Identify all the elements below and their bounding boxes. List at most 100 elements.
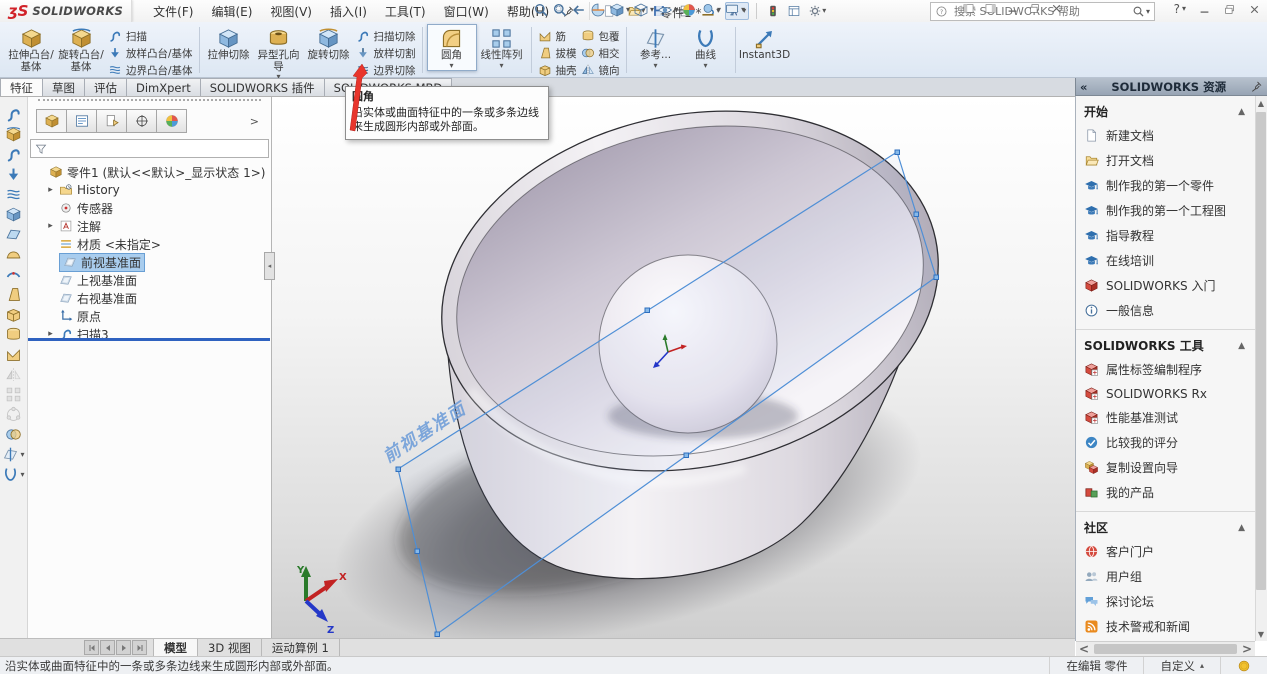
tab-特征[interactable]: 特征: [0, 78, 43, 96]
options-gear-button[interactable]: ▾: [806, 3, 828, 19]
taskpane-item[interactable]: 指导教程: [1076, 223, 1255, 248]
ribbon-button-instant3d[interactable]: Instant3D: [740, 24, 790, 63]
rollback-bar[interactable]: [28, 338, 270, 341]
taskpane-item[interactable]: 制作我的第一个工程图: [1076, 198, 1255, 223]
menu-item[interactable]: 视图(V): [261, 0, 321, 23]
dropdown-caret-icon[interactable]: ▾: [500, 62, 504, 70]
tree-item-root[interactable]: 零件1 (默认<<默认>_显示状态 1>): [28, 163, 271, 181]
taskpane-item[interactable]: SOLIDWORKS 入门: [1076, 273, 1255, 298]
section-header[interactable]: SOLIDWORKS 工具▲: [1076, 332, 1255, 357]
wrap-button[interactable]: [1, 325, 26, 344]
taskpane-item[interactable]: 在线培训: [1076, 248, 1255, 273]
rewards-coin-icon[interactable]: [1220, 657, 1267, 674]
help-button[interactable]: ?▾: [1174, 2, 1186, 16]
collapse-chevron-icon[interactable]: ▲: [1238, 341, 1245, 351]
menu-item[interactable]: 插入(I): [321, 0, 376, 23]
ribbon-button-linear-pattern[interactable]: 线性阵列▾: [477, 24, 527, 71]
taskpane-item[interactable]: 性能基准测试: [1076, 405, 1255, 430]
tree-item[interactable]: 原点: [28, 307, 271, 325]
taskpane-item[interactable]: 属性标签编制程序: [1076, 357, 1255, 382]
dock-right-button[interactable]: [984, 2, 997, 15]
tree-item[interactable]: ▸注解: [28, 217, 271, 235]
revolved-boss-button[interactable]: [1, 125, 26, 144]
section-header[interactable]: 社区▲: [1076, 514, 1255, 539]
taskpane-item[interactable]: 打开文档: [1076, 148, 1255, 173]
swept-boss-button[interactable]: [1, 105, 26, 124]
circular-pattern-button[interactable]: [1, 405, 26, 424]
manager-tab-dimxpertmanager[interactable]: [126, 109, 157, 133]
customize-button[interactable]: 自定义▴: [1143, 657, 1220, 674]
taskpane-item[interactable]: 复制设置向导: [1076, 455, 1255, 480]
scroll-up-icon[interactable]: ▲: [1255, 96, 1267, 110]
boundary-boss-button[interactable]: [1, 185, 26, 204]
zoom-area-button[interactable]: [552, 2, 568, 18]
tree-item[interactable]: 右视基准面: [28, 289, 271, 307]
tree-item[interactable]: 前视基准面: [28, 253, 271, 271]
ribbon-button-boundary-boss[interactable]: 边界凸台/基体: [106, 62, 195, 78]
hide-show-items-button[interactable]: ▾: [657, 2, 678, 18]
restore-button[interactable]: [1223, 3, 1236, 16]
sheet-tab-3D 视图[interactable]: 3D 视图: [198, 639, 262, 656]
tree-filter-box[interactable]: [30, 139, 269, 158]
ribbon-button-wrap[interactable]: 包覆: [579, 28, 622, 44]
menu-item[interactable]: 窗口(W): [435, 0, 498, 23]
panel-splitter-handle[interactable]: ◂: [264, 252, 275, 280]
ribbon-button-revolved-cut[interactable]: 旋转切除: [304, 24, 354, 63]
ribbon-button-shell[interactable]: 抽壳: [536, 62, 579, 78]
taskpane-item[interactable]: SOLIDWORKS Rx: [1076, 382, 1255, 405]
linear-pattern-button[interactable]: [1, 385, 26, 404]
last-sheet-button[interactable]: [132, 640, 147, 655]
manager-tab-configurationmanager[interactable]: [96, 109, 127, 133]
sheet-tab-模型[interactable]: 模型: [153, 639, 198, 656]
taskpane-item[interactable]: 用户组: [1076, 564, 1255, 589]
collapse-chevron-icon[interactable]: ▲: [1238, 523, 1245, 533]
manager-tab-propertymanager[interactable]: [66, 109, 97, 133]
minimize-button[interactable]: [1006, 2, 1019, 15]
pin-icon[interactable]: [1250, 80, 1263, 93]
ribbon-button-revolved-boss[interactable]: 旋转凸台/基体: [56, 24, 106, 74]
restore-button[interactable]: [1028, 2, 1041, 15]
zoom-fit-button[interactable]: [533, 2, 549, 18]
taskpane-item[interactable]: 一般信息: [1076, 298, 1255, 323]
scroll-left-icon[interactable]: <: [1076, 643, 1092, 656]
hscroll-thumb[interactable]: [1094, 644, 1237, 654]
shell-button[interactable]: [1, 305, 26, 324]
menu-item[interactable]: 编辑(E): [202, 0, 261, 23]
model-canvas[interactable]: 前视基准面 Y X Z: [272, 97, 1075, 638]
tab-SOLIDWORKS 插件[interactable]: SOLIDWORKS 插件: [200, 78, 325, 96]
ribbon-button-lofted-cut[interactable]: 放样切割: [354, 45, 418, 61]
view-settings-button[interactable]: ▾: [724, 2, 745, 18]
ribbon-button-intersect[interactable]: 相交: [579, 45, 622, 61]
mirror-button[interactable]: [1, 365, 26, 384]
dropdown-caret-icon[interactable]: ▾: [450, 62, 454, 70]
collapse-chevron-icon[interactable]: ▲: [1238, 107, 1245, 117]
taskpane-item[interactable]: 技术警戒和新闻: [1076, 614, 1255, 639]
ribbon-button-rib[interactable]: 筋: [536, 28, 579, 44]
next-sheet-button[interactable]: [116, 640, 131, 655]
apply-scene-button[interactable]: ▾: [700, 2, 721, 18]
section-view-button[interactable]: [590, 2, 606, 18]
tab-评估[interactable]: 评估: [84, 78, 127, 96]
draft-button[interactable]: [1, 285, 26, 304]
selected-tree-item[interactable]: 前视基准面: [59, 253, 145, 272]
ribbon-button-draft[interactable]: 拔模: [536, 45, 579, 61]
reference-geometry-button[interactable]: ▾: [1, 445, 26, 464]
minimize-button[interactable]: [1198, 3, 1211, 16]
menu-item[interactable]: 工具(T): [376, 0, 435, 23]
ribbon-button-reference-geometry[interactable]: 参考...▾: [631, 24, 681, 71]
expander-icon[interactable]: ▸: [46, 185, 55, 195]
ribbon-button-boundary-cut[interactable]: 边界切除: [354, 62, 418, 78]
task-pane-button[interactable]: [785, 3, 803, 19]
menu-item[interactable]: 文件(F): [144, 0, 202, 23]
taskpane-item[interactable]: 我的产品: [1076, 480, 1255, 505]
ribbon-button-fillet[interactable]: 圆角▾: [427, 24, 477, 71]
ribbon-button-hole-wizard[interactable]: 异型孔向导▾: [254, 24, 304, 82]
prev-sheet-button[interactable]: [100, 640, 115, 655]
ribbon-button-extruded-cut[interactable]: 拉伸切除: [204, 24, 254, 63]
view-orientation-button[interactable]: ▾: [609, 2, 630, 18]
tree-item[interactable]: 上视基准面: [28, 271, 271, 289]
taskpane-item[interactable]: 客户门户: [1076, 539, 1255, 564]
dock-left-button[interactable]: [962, 2, 975, 15]
search-icon[interactable]: ▾: [1132, 5, 1150, 18]
tree-item[interactable]: 材质 <未指定>: [28, 235, 271, 253]
